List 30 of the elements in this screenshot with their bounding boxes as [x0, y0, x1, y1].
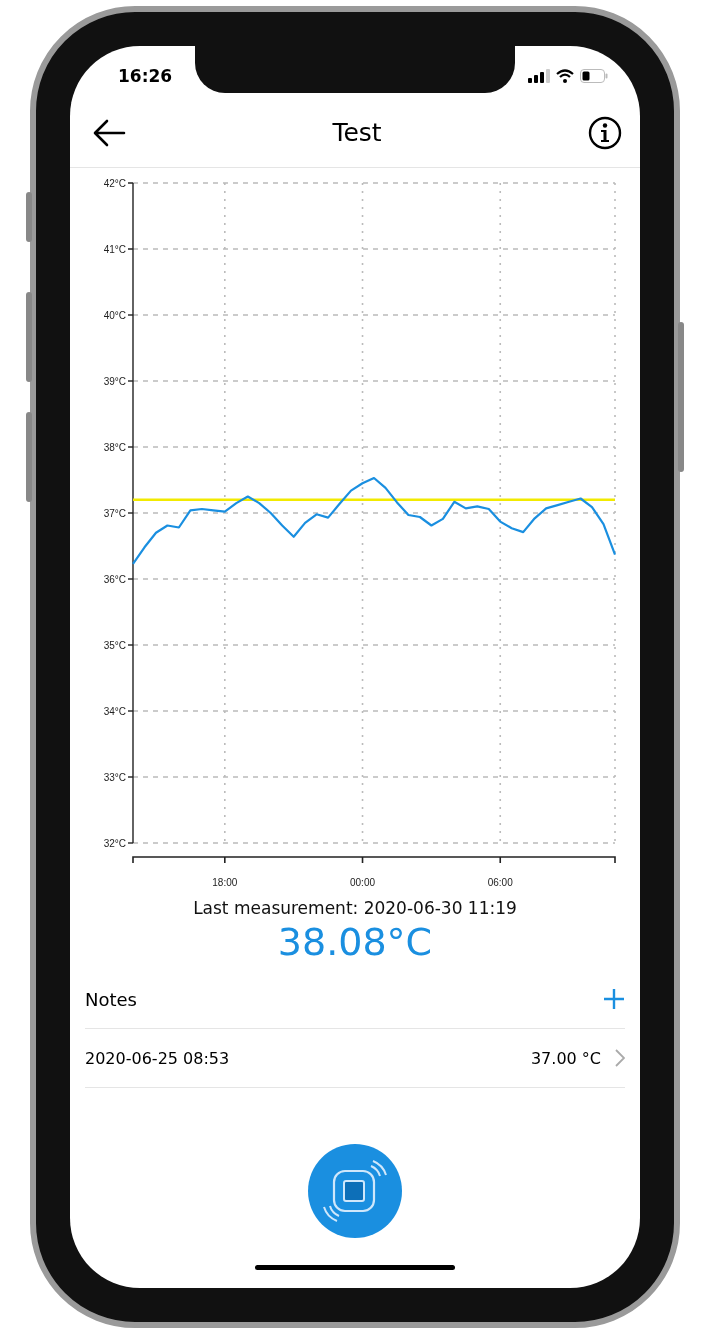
axis-label: 42°C [103, 178, 126, 189]
axis-label: 38°C [103, 442, 126, 453]
note-value: 37.00 °C [530, 1048, 601, 1068]
axis-label: 41°C [103, 244, 126, 255]
axis-label: 40°C [103, 310, 126, 321]
status-time: 16:26 [118, 66, 173, 86]
page-title: Test [332, 118, 382, 147]
temperature-reading: 38.08°C [277, 920, 433, 964]
scan-button[interactable] [307, 1143, 403, 1239]
axis-label: 33°C [103, 772, 126, 783]
battery-icon [580, 69, 608, 83]
axis-label: 34°C [103, 706, 126, 717]
note-date: 2020-06-25 08:53 [85, 1048, 231, 1068]
axis-label: 39°C [103, 376, 126, 387]
last-measurement-label: Last measurement: 2020-06-30 11:19 [193, 898, 517, 918]
note-row[interactable]: 2020-06-25 08:53 37.00 °C [85, 1029, 625, 1088]
axis-label: 00:00 [350, 877, 376, 888]
axis-label: 35°C [103, 640, 126, 651]
axis-label: 32°C [103, 838, 126, 849]
chevron-icon [615, 1049, 625, 1067]
add-icon[interactable] [603, 988, 625, 1010]
wifi-icon [556, 69, 574, 83]
axis-label: 37°C [103, 508, 126, 519]
axis-label: 18:00 [212, 877, 238, 888]
info-button[interactable] [588, 115, 622, 150]
axis-label: 06:00 [487, 877, 513, 888]
back-button[interactable] [92, 118, 126, 147]
notes-heading: Notes [85, 988, 137, 1010]
signal-icon [528, 69, 550, 83]
axis-label: 36°C [103, 574, 126, 585]
